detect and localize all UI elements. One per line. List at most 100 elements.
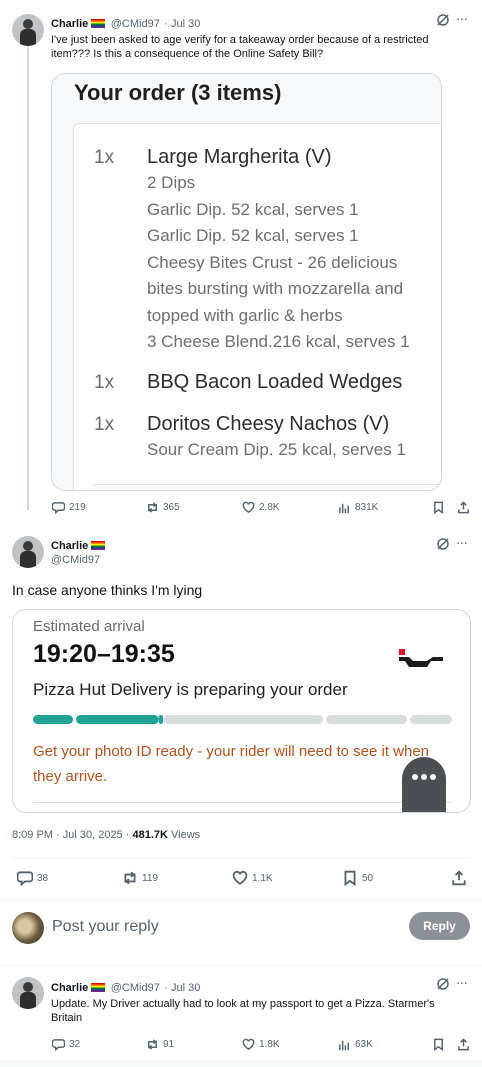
order-panel: 1x Large Margherita (V) 2 Dips Garlic Di… xyxy=(73,123,441,490)
user-handle[interactable]: @CMid97 xyxy=(111,18,160,30)
arrival-time: 19:20–19:35 xyxy=(33,640,175,668)
item-detail: topped with garlic & herbs xyxy=(147,305,343,325)
views-count: 481.7K xyxy=(132,829,168,841)
item-detail: Sour Cream Dip. 25 kcal, serves 1 xyxy=(147,440,406,459)
reply-button[interactable]: Reply xyxy=(409,912,470,940)
divider xyxy=(0,965,482,966)
item-detail: Cheesy Bites Crust - 26 delicious xyxy=(147,252,398,272)
reply-button[interactable]: 32 xyxy=(52,1038,80,1051)
rainbow-flag-icon xyxy=(91,541,106,550)
views-button[interactable]: 831K xyxy=(338,501,378,514)
like-button[interactable]: 1.1K xyxy=(232,870,273,886)
tweet2-text: In case anyone thinks I'm lying xyxy=(12,582,203,598)
my-avatar xyxy=(12,912,44,944)
item-qty: 1x xyxy=(94,414,115,435)
progress-segment xyxy=(410,715,452,724)
delivery-image[interactable]: Estimated arrival 19:20–19:35 Pizza Hut … xyxy=(12,609,471,813)
tweet3-text: Update. My Driver actually had to look a… xyxy=(51,998,435,1024)
share-button[interactable] xyxy=(457,501,470,514)
id-warning: Get your photo ID ready - your rider wil… xyxy=(33,743,430,785)
tweet3-header: Charlie @CMid97 · Jul 30 xyxy=(51,978,200,996)
thread-line xyxy=(27,46,29,510)
display-name[interactable]: Charlie xyxy=(51,982,88,994)
reply-button[interactable]: 219 xyxy=(52,501,86,514)
bookmark-button[interactable] xyxy=(432,1038,445,1051)
grok-icon[interactable] xyxy=(436,537,450,556)
rainbow-flag-icon xyxy=(91,19,106,28)
divider xyxy=(0,899,482,900)
item-name: Large Margherita (V) xyxy=(147,146,332,168)
bookmark-button[interactable]: 50 xyxy=(342,870,373,886)
rainbow-flag-icon xyxy=(91,983,106,992)
views-button[interactable]: 63K xyxy=(338,1038,373,1051)
like-count: 1.8K xyxy=(259,1039,280,1050)
reply-input[interactable]: Post your reply xyxy=(52,918,159,936)
post-time[interactable]: · Jul 30 xyxy=(164,982,200,994)
avatar[interactable] xyxy=(12,977,44,1009)
avatar[interactable] xyxy=(12,14,44,46)
views-count: 63K xyxy=(355,1039,373,1050)
retweet-count: 119 xyxy=(142,872,158,884)
item-detail: Garlic Dip. 52 kcal, serves 1 xyxy=(147,199,359,219)
like-button[interactable]: 1.8K xyxy=(242,1038,280,1051)
views-count: 831K xyxy=(355,502,379,513)
more-icon[interactable]: ··· xyxy=(456,534,468,550)
item-detail: 3 Cheese Blend.216 kcal, serves 1 xyxy=(147,332,410,351)
more-icon[interactable]: ··· xyxy=(456,974,468,990)
progress-segment xyxy=(163,715,323,724)
bookmark-count: 50 xyxy=(362,872,374,884)
reply-count: 219 xyxy=(69,502,86,513)
divider xyxy=(12,857,470,858)
chat-bubble-icon[interactable] xyxy=(402,757,446,812)
post-time[interactable]: · Jul 30 xyxy=(164,18,200,30)
retweet-button[interactable]: 365 xyxy=(146,501,180,514)
display-name[interactable]: Charlie xyxy=(51,540,88,552)
user-handle[interactable]: @CMid97 xyxy=(51,553,106,567)
scooter-icon xyxy=(399,649,445,669)
progress-segment xyxy=(33,715,73,724)
grok-icon[interactable] xyxy=(436,13,450,32)
item-name: Doritos Cheesy Nachos (V) xyxy=(147,413,390,435)
progress-segment xyxy=(76,715,159,724)
progress-bar xyxy=(33,715,452,724)
delivery-status: Pizza Hut Delivery is preparing your ord… xyxy=(33,680,348,699)
divider xyxy=(33,802,452,803)
views-label: Views xyxy=(171,829,201,841)
tweet1-text: I've just been asked to age verify for a… xyxy=(51,34,429,60)
item-detail: 2 Dips xyxy=(147,173,196,192)
post-timestamp: 8:09 PM · Jul 30, 2025 · 481.7K Views xyxy=(12,829,200,841)
display-name[interactable]: Charlie xyxy=(51,18,88,30)
retweet-button[interactable]: 119 xyxy=(122,870,158,886)
reply-count: 32 xyxy=(69,1039,81,1050)
tweet1-header: Charlie @CMid97 · Jul 30 xyxy=(51,14,200,32)
retweet-count: 365 xyxy=(163,502,180,513)
like-count: 2.8K xyxy=(259,502,280,513)
retweet-button[interactable]: 91 xyxy=(146,1038,174,1051)
reply-count: 38 xyxy=(37,872,49,884)
reply-button[interactable]: 38 xyxy=(17,870,48,886)
item-name: BBQ Bacon Loaded Wedges xyxy=(147,371,403,393)
order-title: Your order (3 items) xyxy=(74,80,282,105)
bookmark-button[interactable] xyxy=(432,501,445,514)
timestamp-text[interactable]: 8:09 PM · Jul 30, 2025 · xyxy=(12,829,129,841)
bottom-edge xyxy=(0,1060,482,1067)
share-button[interactable] xyxy=(451,870,467,886)
like-count: 1.1K xyxy=(252,872,273,884)
tweet2-header: Charlie @CMid97 xyxy=(51,538,106,567)
divider xyxy=(92,484,441,485)
item-details: 2 Dips Garlic Dip. 52 kcal, serves 1 Gar… xyxy=(147,170,410,356)
item-detail: bites bursting with mozzarella and xyxy=(147,279,404,298)
order-image[interactable]: Your order (3 items) 1x Large Margherita… xyxy=(51,73,442,491)
item-qty: 1x xyxy=(94,372,115,393)
item-detail: Garlic Dip. 52 kcal, serves 1 xyxy=(147,226,359,245)
user-handle[interactable]: @CMid97 xyxy=(111,982,160,994)
like-button[interactable]: 2.8K xyxy=(242,501,280,514)
estimated-arrival-label: Estimated arrival xyxy=(33,618,145,635)
retweet-count: 91 xyxy=(163,1039,175,1050)
share-button[interactable] xyxy=(457,1038,470,1051)
more-icon[interactable]: ··· xyxy=(456,10,468,26)
grok-icon[interactable] xyxy=(436,977,450,996)
item-qty: 1x xyxy=(94,147,115,168)
avatar[interactable] xyxy=(12,536,44,568)
progress-segment xyxy=(326,715,407,724)
